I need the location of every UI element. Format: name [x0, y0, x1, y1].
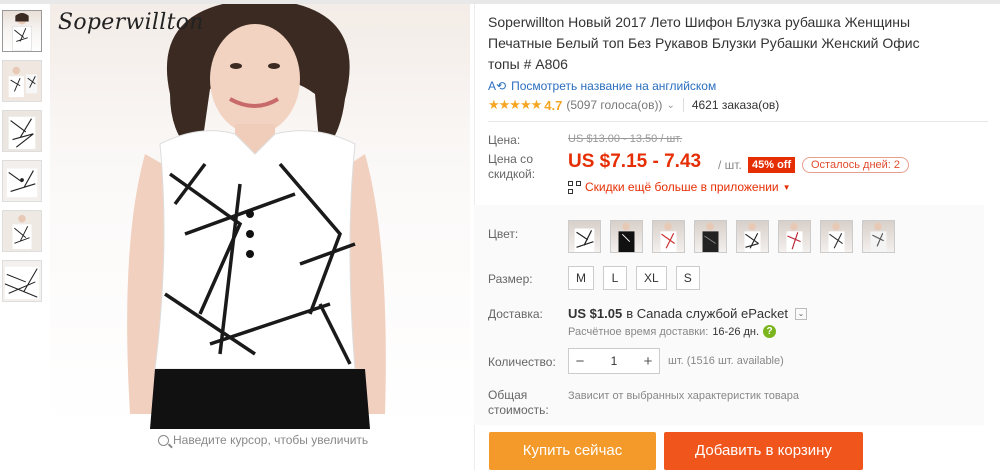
- price-label: Цена:: [488, 133, 521, 147]
- quantity-available: шт. (1516 шт. available): [668, 355, 784, 367]
- thumbnail-3[interactable]: [2, 110, 42, 152]
- color-label: Цвет:: [488, 227, 519, 241]
- color-swatch[interactable]: [652, 220, 685, 253]
- quantity-decrease-button[interactable]: −: [569, 353, 591, 370]
- quantity-box: − 1 +: [568, 348, 660, 374]
- size-options: M L XL S: [568, 266, 700, 290]
- shipping-price: US $1.05: [568, 306, 623, 321]
- color-swatches: [568, 220, 895, 253]
- thumbnail-1[interactable]: [2, 10, 42, 52]
- zoom-hint-text: Наведите курсор, чтобы увеличить: [173, 433, 369, 447]
- quantity-increase-button[interactable]: +: [637, 353, 659, 370]
- total-value: Зависит от выбранных характеристик товар…: [568, 390, 799, 402]
- color-swatch[interactable]: [568, 220, 601, 253]
- color-swatch[interactable]: [736, 220, 769, 253]
- days-left-badge: Осталось дней: 2: [802, 157, 910, 173]
- zoom-hint: Наведите курсор, чтобы увеличить: [158, 433, 368, 447]
- discount-price-label: Цена со скидкой:: [488, 152, 536, 181]
- size-option[interactable]: XL: [636, 266, 667, 290]
- color-swatch[interactable]: [778, 220, 811, 253]
- size-option[interactable]: L: [603, 266, 627, 290]
- size-option[interactable]: S: [675, 266, 700, 290]
- color-swatch[interactable]: [694, 220, 727, 253]
- purchase-area: Цена: US $13.00 - 13.50 / шт. Цена со ск…: [474, 0, 1000, 470]
- app-promo-link[interactable]: Скидки ещё больше в приложении ▼: [568, 180, 791, 194]
- quantity-label: Количество:: [488, 355, 556, 369]
- help-icon[interactable]: ?: [763, 325, 777, 338]
- discount-price: US $7.15 - 7.43: [568, 151, 702, 172]
- old-price: US $13.00 - 13.50 / шт.: [568, 133, 683, 145]
- thumbnail-2[interactable]: [2, 60, 42, 102]
- chevron-down-icon[interactable]: ⌄: [794, 307, 807, 320]
- shipping-destination[interactable]: в Canada службой ePacket: [626, 306, 788, 321]
- model-illustration: [127, 4, 386, 429]
- color-swatch[interactable]: [862, 220, 895, 253]
- main-product-image[interactable]: Soperwillton: [50, 4, 470, 429]
- total-label: Общая стоимость:: [488, 388, 549, 417]
- color-swatch[interactable]: [820, 220, 853, 253]
- delivery-time: Расчётное время доставки: 16-26 дн. ?: [568, 325, 777, 338]
- quantity-input[interactable]: 1: [599, 354, 629, 368]
- magnifier-icon: [158, 434, 169, 446]
- app-promo-text[interactable]: Скидки ещё больше в приложении: [585, 180, 779, 194]
- thumbnail-5[interactable]: [2, 210, 42, 252]
- size-option[interactable]: M: [568, 266, 594, 290]
- color-swatch[interactable]: [610, 220, 643, 253]
- thumbnail-4[interactable]: [2, 160, 42, 202]
- caret-down-icon[interactable]: ▼: [783, 183, 791, 192]
- delivery-time-value: 16-26 дн.: [712, 325, 760, 338]
- delivery-time-label: Расчётное время доставки:: [568, 325, 709, 338]
- add-to-cart-button[interactable]: Добавить в корзину: [664, 432, 863, 470]
- thumbnail-list: [2, 10, 44, 310]
- shipping-label: Доставка:: [488, 307, 543, 321]
- shipping-option[interactable]: US $1.05 в Canada службой ePacket ⌄: [568, 306, 807, 321]
- thumbnail-6[interactable]: [2, 260, 42, 302]
- size-label: Размер:: [488, 272, 533, 286]
- buy-now-button[interactable]: Купить сейчас: [489, 432, 656, 470]
- quantity-stepper: − 1 + шт. (1516 шт. available): [568, 348, 784, 374]
- qr-code-icon: [568, 180, 581, 194]
- discount-badge: 45% off: [748, 157, 796, 173]
- per-unit-label: / шт.: [718, 158, 742, 172]
- brand-logo: Soperwillton: [58, 10, 204, 35]
